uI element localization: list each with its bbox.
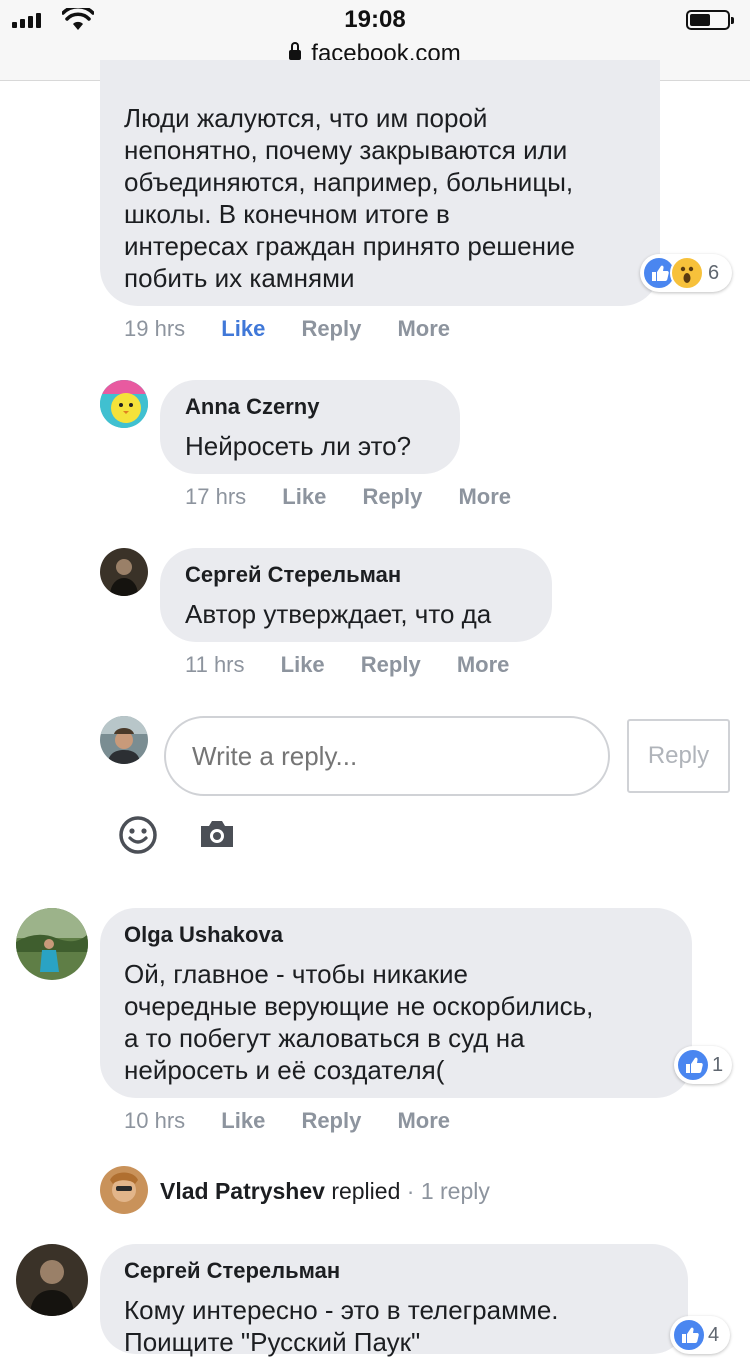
timestamp[interactable]: 11 hrs [185,652,245,678]
emoji-icon[interactable] [118,815,158,855]
separator: · [406,1178,415,1204]
comment-actions: 11 hrs Like Reply More [185,652,509,678]
avatar[interactable] [16,908,88,980]
reaction-count: 6 [708,262,720,284]
author-name[interactable]: Olga Ushakova [124,922,283,948]
avatar[interactable] [100,380,148,428]
reactions-summary[interactable]: 4 [670,1316,730,1354]
more-button[interactable]: More [458,484,511,510]
timestamp[interactable]: 19 hrs [124,316,185,342]
like-icon [672,1318,706,1352]
comment-actions: 10 hrs Like Reply More [124,1108,450,1134]
replies-link[interactable]: Vlad Patryshev replied · 1 reply [160,1178,490,1205]
current-user-avatar [100,716,148,764]
reply-count: 1 reply [420,1178,490,1204]
like-button[interactable]: Like [221,1108,265,1134]
reply-button[interactable]: Reply [301,1108,361,1134]
more-button[interactable]: More [397,316,450,342]
reply-input[interactable] [164,716,610,796]
clock: 19:08 [344,6,406,33]
comment-text: Кому интересно - это в телеграмме. Поищи… [124,1295,559,1357]
reply-author: Vlad Patryshev [160,1178,325,1204]
author-name[interactable]: Anna Czerny [185,394,319,420]
comment-actions: 17 hrs Like Reply More [185,484,511,510]
comment-text: Ой, главное - чтобы никакие очередные ве… [124,959,594,1085]
like-button[interactable]: Like [281,652,325,678]
more-button[interactable]: More [397,1108,450,1134]
reply-submit-button[interactable]: Reply [627,719,730,793]
like-button[interactable]: Like [282,484,326,510]
timestamp[interactable]: 10 hrs [124,1108,185,1134]
avatar[interactable] [100,1166,148,1214]
comment-text: Автор утверждает, что да [185,599,492,629]
reply-button[interactable]: Reply [361,652,421,678]
camera-icon[interactable] [198,818,236,850]
reaction-count: 1 [712,1054,724,1076]
comment-text: Нейросеть ли это? [185,431,412,461]
avatar[interactable] [16,1244,88,1316]
reactions-summary[interactable]: 1 [674,1046,732,1084]
comment-actions: 19 hrs Like Reply More [124,316,450,342]
author-name[interactable]: Сергей Стерельман [185,562,401,588]
comment-text: Люди жалуются, что им порой непонятно, п… [124,103,575,293]
reaction-count: 4 [708,1324,720,1346]
avatar[interactable] [100,548,148,596]
reply-button[interactable]: Reply [362,484,422,510]
battery-icon [686,10,734,30]
like-button[interactable]: Like [221,316,265,342]
lock-icon [289,42,302,60]
more-button[interactable]: More [457,652,510,678]
wow-icon [670,256,704,290]
like-icon [676,1048,710,1082]
reactions-summary[interactable]: 6 [640,254,732,292]
reply-button[interactable]: Reply [301,316,361,342]
timestamp[interactable]: 17 hrs [185,484,246,510]
author-name[interactable]: Сергей Стерельман [124,1258,340,1284]
replied-label: replied [331,1178,401,1204]
